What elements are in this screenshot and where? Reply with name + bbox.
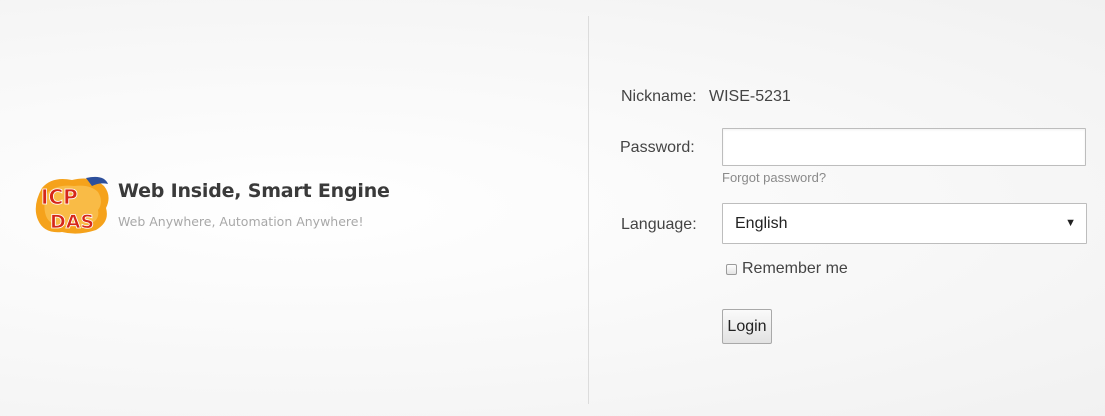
remember-me-checkbox[interactable] <box>726 263 737 275</box>
login-button[interactable]: Login <box>722 309 772 344</box>
nickname-label: Nickname: <box>621 88 697 105</box>
language-selected-value: English <box>735 215 788 232</box>
language-select[interactable]: English ▼ <box>722 203 1087 244</box>
password-input[interactable] <box>722 128 1086 166</box>
icpdas-logo-icon: ICP DAS <box>35 176 109 234</box>
chevron-down-icon: ▼ <box>1065 217 1076 229</box>
remember-me-label[interactable]: Remember me <box>742 260 848 278</box>
branding-panel: ICP DAS Web Inside, Smart Engine Web Any… <box>0 0 588 416</box>
brand-tagline: Web Anywhere, Automation Anywhere! <box>118 214 364 229</box>
password-label: Password: <box>620 139 695 156</box>
language-label: Language: <box>621 216 697 233</box>
login-form: Nickname: WISE-5231 Password: Forgot pas… <box>589 0 1105 416</box>
remember-me-row[interactable]: Remember me <box>726 258 848 280</box>
brand-title: Web Inside, Smart Engine <box>118 180 390 202</box>
svg-text:ICP: ICP <box>41 185 78 209</box>
svg-text:DAS: DAS <box>50 211 94 233</box>
forgot-password-link[interactable]: Forgot password? <box>722 170 826 185</box>
nickname-value: WISE-5231 <box>709 88 791 105</box>
